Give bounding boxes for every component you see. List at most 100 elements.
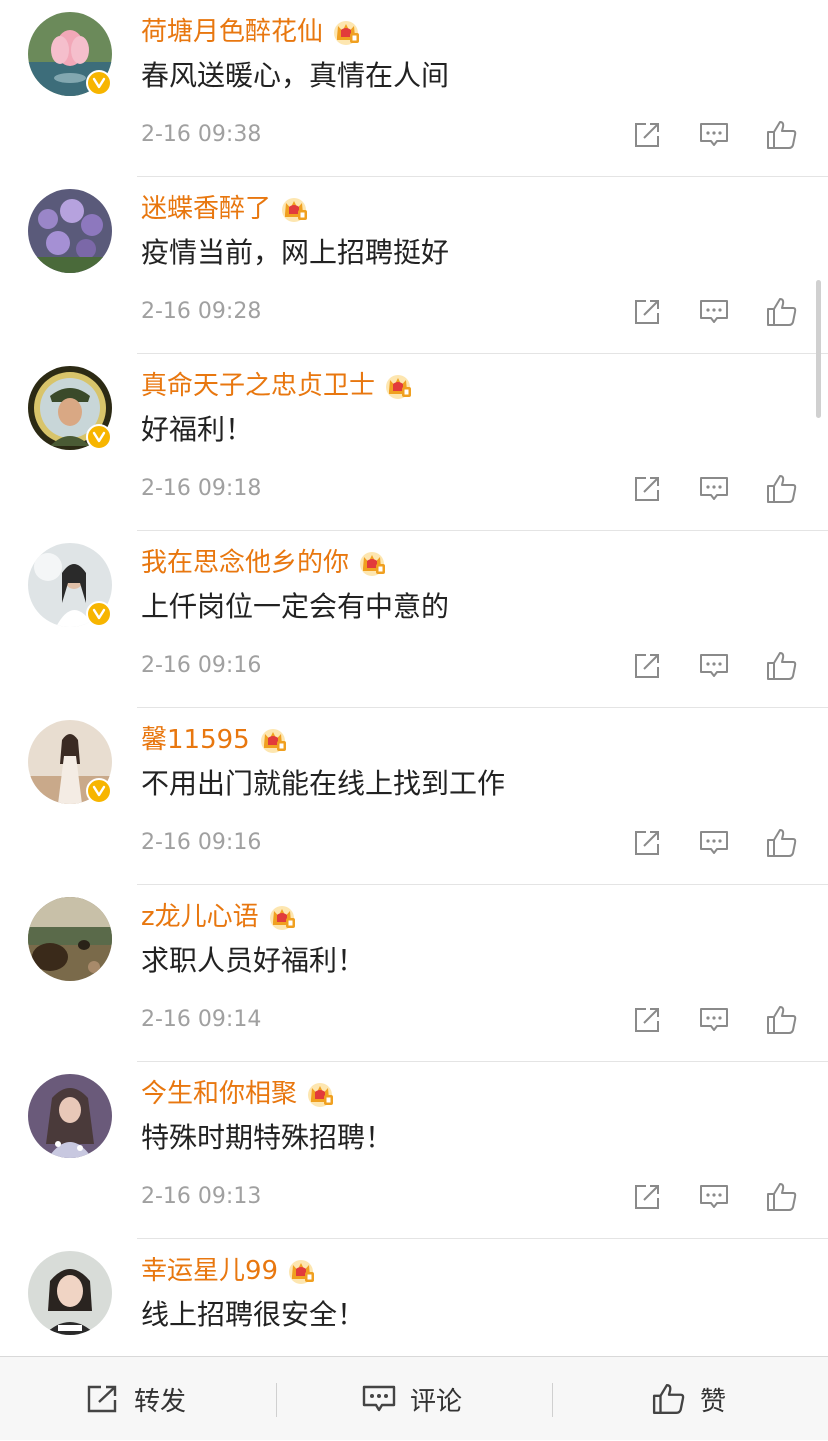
comment-item: 幸运星儿99 线上招聘很安全！ bbox=[0, 1239, 828, 1356]
like-icon bbox=[767, 475, 797, 503]
share-icon bbox=[635, 123, 659, 147]
reply-button[interactable] bbox=[697, 295, 731, 329]
share-button[interactable] bbox=[630, 649, 664, 683]
reply-button[interactable] bbox=[697, 118, 731, 152]
verified-badge-icon bbox=[86, 424, 112, 450]
share-button[interactable] bbox=[630, 295, 664, 329]
timestamp: 2-16 09:16 bbox=[141, 830, 262, 855]
like-button[interactable] bbox=[765, 649, 799, 683]
vip-crown-icon bbox=[260, 729, 286, 753]
reply-button[interactable] bbox=[697, 1003, 731, 1037]
username[interactable]: 荷塘月色醉花仙 bbox=[141, 12, 323, 52]
like-button[interactable] bbox=[765, 1180, 799, 1214]
comment-text: 上仟岗位一定会有中意的 bbox=[141, 590, 450, 623]
username[interactable]: 迷蝶香醉了 bbox=[141, 189, 271, 229]
share-icon bbox=[635, 654, 659, 678]
comment-label: 评论 bbox=[410, 1386, 463, 1417]
like-icon bbox=[767, 1006, 797, 1034]
username[interactable]: z龙儿心语 bbox=[141, 897, 259, 937]
divider bbox=[276, 1383, 277, 1417]
like-icon bbox=[767, 298, 797, 326]
like-label: 赞 bbox=[700, 1386, 727, 1417]
avatar[interactable] bbox=[28, 543, 112, 627]
comment-text: 疫情当前，网上招聘挺好 bbox=[141, 236, 450, 269]
timestamp: 2-16 09:18 bbox=[141, 476, 262, 501]
share-button[interactable] bbox=[630, 1003, 664, 1037]
timestamp: 2-16 09:38 bbox=[141, 122, 262, 147]
like-button[interactable] bbox=[765, 472, 799, 506]
reply-icon bbox=[700, 300, 728, 323]
comment-item: 我在思念他乡的你 上仟岗位一定会有中意的 2-16 09:16 bbox=[0, 531, 828, 708]
avatar[interactable] bbox=[28, 12, 112, 96]
timestamp: 2-16 09:28 bbox=[141, 299, 262, 324]
comment-item: z龙儿心语 求职人员好福利！ 2-16 09:14 bbox=[0, 885, 828, 1062]
share-icon bbox=[635, 831, 659, 855]
comment-item: 迷蝶香醉了 疫情当前，网上招聘挺好 2-16 09:28 bbox=[0, 177, 828, 354]
comment-button[interactable]: 评论 bbox=[362, 1357, 828, 1441]
divider bbox=[552, 1383, 553, 1417]
comment-text: 春风送暖心，真情在人间 bbox=[141, 59, 450, 92]
like-icon bbox=[767, 829, 797, 857]
repost-label: 转发 bbox=[134, 1386, 187, 1417]
share-button[interactable] bbox=[630, 472, 664, 506]
reply-icon bbox=[700, 654, 728, 677]
avatar[interactable] bbox=[28, 1074, 112, 1158]
comment-text: 好福利！ bbox=[141, 413, 254, 446]
share-icon bbox=[635, 1008, 659, 1032]
reply-button[interactable] bbox=[697, 1180, 731, 1214]
verified-badge-icon bbox=[86, 70, 112, 96]
reply-button[interactable] bbox=[697, 826, 731, 860]
reply-icon bbox=[700, 1185, 728, 1208]
username[interactable]: 真命天子之忠贞卫士 bbox=[141, 366, 375, 406]
like-post-button[interactable]: 赞 bbox=[652, 1357, 726, 1441]
avatar[interactable] bbox=[28, 897, 112, 981]
share-button[interactable] bbox=[630, 118, 664, 152]
timestamp: 2-16 09:13 bbox=[141, 1184, 262, 1209]
bottom-action-bar: 转发 评论 赞 bbox=[0, 1356, 828, 1440]
comment-text: 特殊时期特殊招聘！ bbox=[141, 1121, 394, 1154]
username[interactable]: 幸运星儿99 bbox=[141, 1251, 278, 1291]
username-row: 真命天子之忠贞卫士 bbox=[141, 366, 413, 406]
avatar-image bbox=[28, 1251, 112, 1335]
comment-icon bbox=[362, 1385, 396, 1412]
username-row: 迷蝶香醉了 bbox=[141, 189, 309, 229]
avatar[interactable] bbox=[28, 1251, 112, 1335]
username-row: 馨11595 bbox=[141, 720, 288, 760]
username[interactable]: 我在思念他乡的你 bbox=[141, 543, 349, 583]
username-row: z龙儿心语 bbox=[141, 897, 297, 937]
avatar-image bbox=[28, 189, 112, 273]
like-button[interactable] bbox=[765, 295, 799, 329]
share-icon bbox=[635, 1185, 659, 1209]
reply-icon bbox=[700, 123, 728, 146]
comment-text: 线上招聘很安全！ bbox=[141, 1298, 366, 1331]
username[interactable]: 今生和你相聚 bbox=[141, 1074, 297, 1114]
reply-button[interactable] bbox=[697, 472, 731, 506]
like-button[interactable] bbox=[765, 826, 799, 860]
avatar[interactable] bbox=[28, 720, 112, 804]
like-icon bbox=[767, 121, 797, 149]
comment-text: 不用出门就能在线上找到工作 bbox=[141, 767, 506, 800]
verified-badge-icon bbox=[86, 778, 112, 804]
scrollbar[interactable] bbox=[816, 280, 821, 418]
avatar[interactable] bbox=[28, 189, 112, 273]
timestamp: 2-16 09:16 bbox=[141, 653, 262, 678]
share-button[interactable] bbox=[630, 1180, 664, 1214]
share-icon bbox=[87, 1385, 117, 1413]
vip-crown-icon bbox=[334, 21, 360, 45]
share-button[interactable] bbox=[630, 826, 664, 860]
like-icon bbox=[767, 1183, 797, 1211]
vip-crown-icon bbox=[308, 1083, 334, 1107]
comment-text: 求职人员好福利！ bbox=[141, 944, 366, 977]
vip-crown-icon bbox=[360, 552, 386, 576]
reply-button[interactable] bbox=[697, 649, 731, 683]
share-icon bbox=[635, 477, 659, 501]
vip-crown-icon bbox=[289, 1260, 315, 1284]
username[interactable]: 馨11595 bbox=[141, 720, 250, 760]
username-row: 荷塘月色醉花仙 bbox=[141, 12, 361, 52]
like-button[interactable] bbox=[765, 1003, 799, 1037]
like-button[interactable] bbox=[765, 118, 799, 152]
avatar[interactable] bbox=[28, 366, 112, 450]
comment-item: 荷塘月色醉花仙 春风送暖心，真情在人间 2-16 09:38 bbox=[0, 0, 828, 177]
vip-crown-icon bbox=[386, 375, 412, 399]
repost-button[interactable]: 转发 bbox=[86, 1357, 186, 1441]
